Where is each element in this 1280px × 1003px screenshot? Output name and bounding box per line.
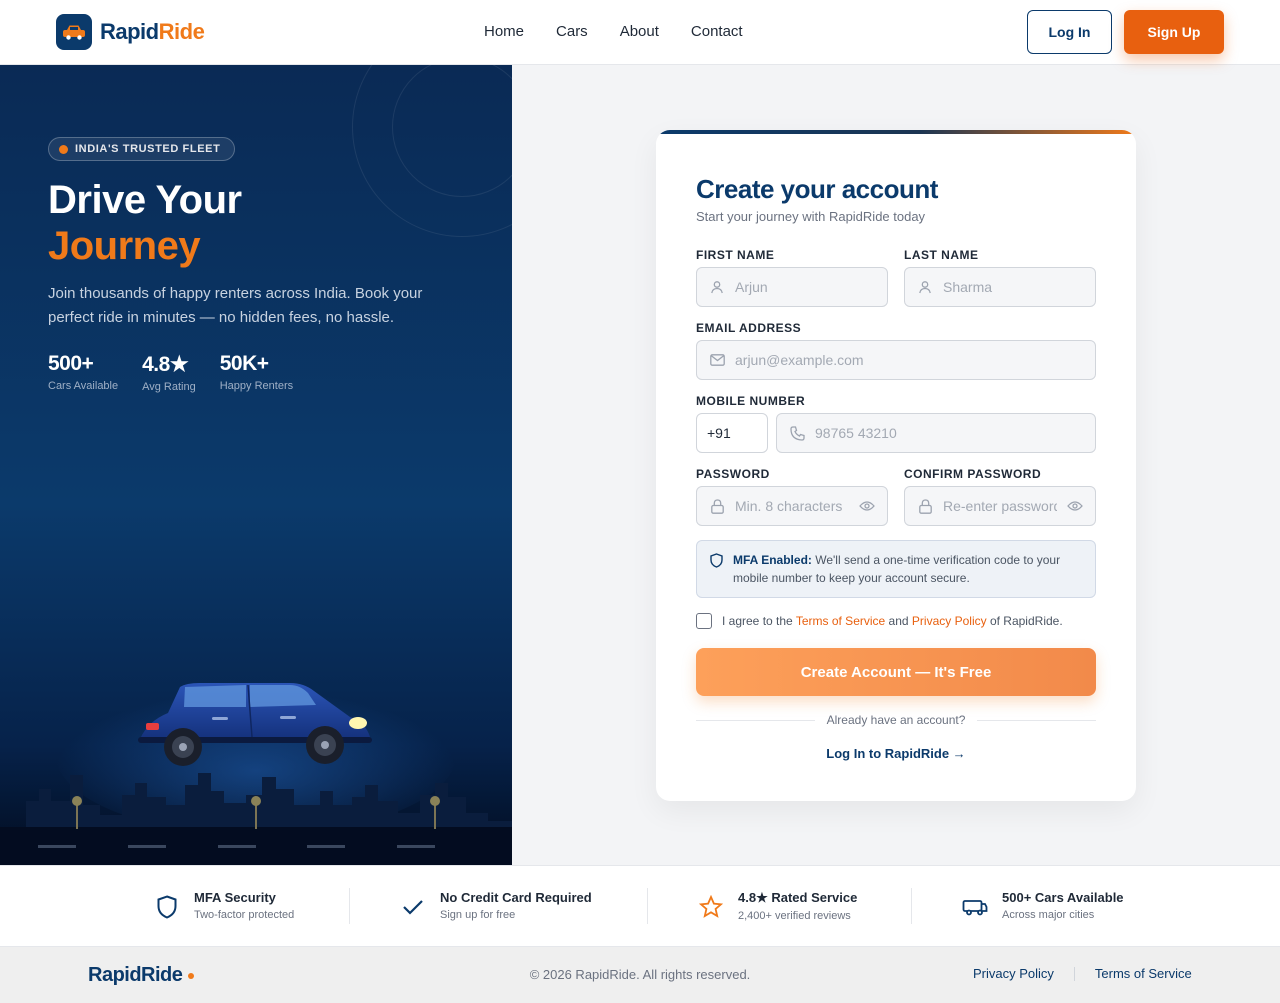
check-icon	[400, 894, 426, 920]
feature-separator	[349, 888, 350, 924]
stat-cars: 500+ Cars Available	[48, 352, 119, 392]
first-name-input[interactable]	[735, 279, 875, 295]
footer-links: Privacy Policy Terms of Service	[973, 966, 1192, 981]
feature-separator	[911, 888, 912, 924]
feature-no-card: No Credit Card Required Sign up for free	[400, 890, 592, 921]
user-icon	[709, 279, 725, 295]
shield-icon	[154, 894, 180, 920]
password-label: PASSWORD	[696, 467, 770, 481]
hero-panel: INDIA'S TRUSTED FLEET Drive Your Journey…	[0, 65, 512, 865]
eye-icon[interactable]	[1067, 498, 1083, 514]
signup-card: Create your account Start your journey w…	[656, 130, 1136, 801]
terms-agreement: I agree to the Terms of Service and Priv…	[696, 613, 1063, 629]
footer-privacy-link[interactable]: Privacy Policy	[973, 966, 1054, 981]
nav-contact[interactable]: Contact	[691, 23, 743, 40]
email-label: EMAIL ADDRESS	[696, 321, 802, 335]
brand-logo[interactable]: RapidRide	[56, 14, 205, 50]
mfa-title: MFA Enabled:	[733, 553, 812, 567]
first-name-field[interactable]	[696, 267, 888, 307]
mobile-input[interactable]	[815, 425, 1083, 441]
lock-icon	[917, 498, 933, 514]
feature-separator	[647, 888, 648, 924]
signup-button[interactable]: Sign Up	[1124, 10, 1224, 54]
features-strip: MFA Security Two-factor protected No Cre…	[0, 865, 1280, 946]
login-button[interactable]: Log In	[1027, 10, 1112, 54]
lock-icon	[709, 498, 725, 514]
password-field[interactable]	[696, 486, 888, 526]
confirm-password-field[interactable]	[904, 486, 1096, 526]
last-name-field[interactable]	[904, 267, 1096, 307]
login-divider: Already have an account?	[696, 713, 1097, 727]
site-header: RapidRide Home Cars About Contact Log In…	[0, 0, 1280, 65]
email-field[interactable]	[696, 340, 1096, 380]
stat-renters: 50K+ Happy Renters	[219, 352, 294, 392]
password-input[interactable]	[735, 498, 849, 514]
nav-home[interactable]: Home	[484, 23, 524, 40]
confirm-password-label: CONFIRM PASSWORD	[904, 467, 1042, 481]
feature-rating: 4.8★ Rated Service 2,400+ verified revie…	[698, 890, 857, 922]
trust-badge: INDIA'S TRUSTED FLEET	[48, 137, 236, 161]
badge-dot-icon	[59, 144, 68, 154]
nav-cars[interactable]: Cars	[556, 23, 588, 40]
user-icon	[917, 279, 933, 295]
last-name-input[interactable]	[943, 279, 1083, 295]
confirm-password-input[interactable]	[943, 498, 1057, 514]
hero-title: Drive Your Journey	[48, 178, 242, 268]
car-logo-icon	[56, 14, 92, 50]
shield-icon	[710, 553, 723, 573]
mobile-field[interactable]	[776, 413, 1096, 453]
email-input[interactable]	[735, 352, 1083, 368]
footer-terms-link[interactable]: Terms of Service	[1095, 966, 1192, 981]
feature-cars: 500+ Cars Available Across major cities	[962, 890, 1124, 921]
form-title: Create your account	[696, 174, 938, 204]
eye-icon[interactable]	[859, 498, 875, 514]
privacy-link[interactable]: Privacy Policy	[912, 614, 987, 628]
agree-text: I agree to the Terms of Service and Priv…	[722, 614, 1063, 628]
mobile-label: MOBILE NUMBER	[696, 394, 806, 408]
form-subtitle: Start your journey with RapidRide today	[696, 209, 926, 224]
site-footer: RapidRide © 2026 RapidRide. All rights r…	[0, 946, 1280, 1003]
create-account-button[interactable]: Create Account — It's Free	[696, 648, 1096, 696]
card-accent-bar	[656, 130, 1136, 134]
brand-name: RapidRide	[100, 19, 205, 44]
nav-about[interactable]: About	[620, 23, 659, 40]
star-icon	[698, 894, 724, 920]
hero-description: Join thousands of happy renters across I…	[48, 285, 423, 326]
terms-link[interactable]: Terms of Service	[796, 614, 885, 628]
footer-link-separator	[1073, 966, 1075, 981]
stat-rating: 4.8★ Avg Rating	[142, 353, 196, 393]
divider-line	[696, 719, 815, 721]
hero-title-highlight: Journey	[48, 224, 201, 268]
agree-checkbox[interactable]	[696, 613, 712, 629]
first-name-label: FIRST NAME	[696, 248, 775, 262]
country-code-select[interactable]: +91	[696, 413, 768, 453]
car-city-illustration	[0, 675, 512, 865]
mfa-notice: MFA Enabled: We'll send a one-time verif…	[696, 540, 1096, 598]
car-icon	[962, 894, 988, 920]
login-link[interactable]: Log In to RapidRide →	[696, 746, 1096, 761]
divider-line	[977, 719, 1097, 721]
mail-icon	[709, 352, 725, 368]
feature-mfa: MFA Security Two-factor protected	[154, 890, 294, 921]
last-name-label: LAST NAME	[904, 248, 979, 262]
hero-stats: 500+ Cars Available 4.8★ Avg Rating 50K+…	[48, 352, 293, 393]
phone-icon	[789, 425, 805, 441]
main-nav: Home Cars About Contact	[484, 23, 743, 40]
